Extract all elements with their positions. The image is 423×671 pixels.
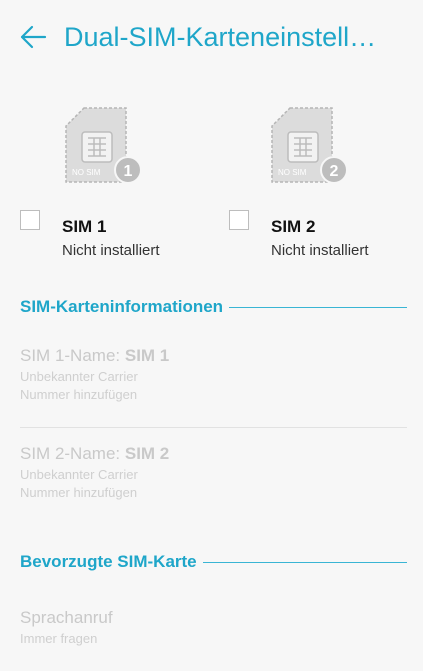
sim2-name-value: SIM 2 [124,444,170,463]
divider [229,306,407,308]
sim1-carrier: Unbekannter Carrier [20,369,138,384]
sim1-name-setting[interactable]: SIM 1-Name: SIM 1 Unbekannter Carrier Nu… [20,346,169,402]
divider [202,561,407,563]
sim2-add-number: Nummer hinzufügen [20,485,138,500]
app-bar: Dual-SIM-Karteneinstell… [0,0,423,84]
sim2-label: SIM 2 [271,217,316,236]
sim-number-badge: 2 [330,163,339,180]
sim2-carrier: Unbekannter Carrier [20,467,138,482]
section-title: SIM-Karteninformationen [20,297,224,316]
sim1-label: SIM 1 [62,217,107,236]
sim1-status: Nicht installiert [62,242,160,259]
sim1-add-number: Nummer hinzufügen [20,387,138,402]
arrow-left-icon[interactable] [18,22,48,52]
section-title: Bevorzugte SIM-Karte [20,552,197,571]
no-sim-label: NO SIM [278,168,307,177]
sim2-name-setting[interactable]: SIM 2-Name: SIM 2 Unbekannter Carrier Nu… [20,444,169,500]
sim1-name-value: SIM 1 [124,346,170,365]
page-title: Dual-SIM-Karteneinstell… [64,22,377,52]
divider [20,427,407,428]
sim1-checkbox[interactable] [20,210,40,230]
section-header-preferred-sim: Bevorzugte SIM-Karte [20,550,407,574]
sim-card-icon: NO SIM 1 [64,106,144,198]
voice-call-title: Sprachanruf [20,608,113,627]
sim2-status: Nicht installiert [271,242,369,259]
sim2-name-prefix: SIM 2-Name: [20,444,125,463]
sim2-checkbox[interactable] [229,210,249,230]
sim1-name-prefix: SIM 1-Name: [20,346,125,365]
voice-call-value: Immer fragen [20,631,98,646]
voice-call-setting[interactable]: Sprachanruf Immer fragen [20,608,113,646]
no-sim-label: NO SIM [72,168,101,177]
sim-number-badge: 1 [124,163,133,180]
sim-card-icon: NO SIM 2 [270,106,350,198]
section-header-sim-info: SIM-Karteninformationen [20,295,407,319]
